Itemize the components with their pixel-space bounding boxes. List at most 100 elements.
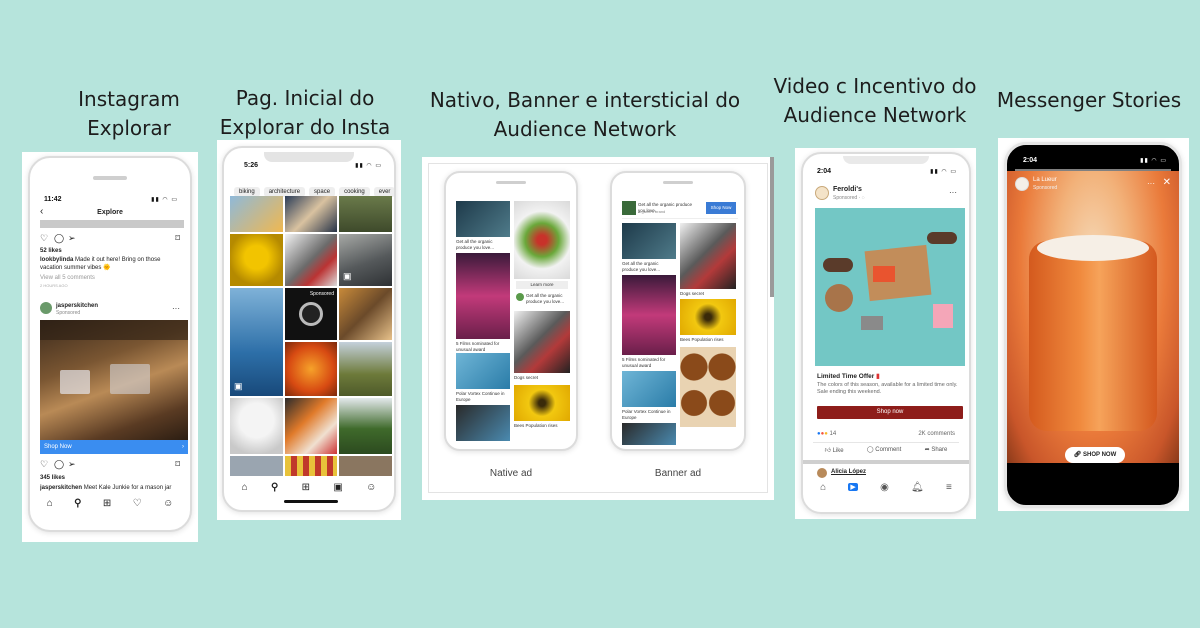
grid-tile[interactable] <box>230 398 283 454</box>
page-name[interactable]: Feroldi's <box>833 186 862 193</box>
pin-donuts-image[interactable] <box>680 347 736 427</box>
scrollbar[interactable] <box>770 157 774 297</box>
reels-icon[interactable]: ▣ <box>333 482 342 493</box>
comments-count[interactable]: 2K comments <box>918 431 955 437</box>
pin-dog-image[interactable] <box>680 223 736 289</box>
like-button[interactable]: 👍︎ Like <box>825 446 844 454</box>
grid-tile[interactable]: ▣ <box>339 234 392 286</box>
pin-organic-title: Get all the organic produce you love... <box>456 239 495 250</box>
more-icon[interactable]: ··· <box>949 188 957 198</box>
banner-shop-now-button[interactable]: Shop Now <box>706 202 736 214</box>
share-button[interactable]: ➦ Share <box>925 446 948 453</box>
pin-film-image[interactable] <box>456 253 510 339</box>
share-icon[interactable]: ➢ <box>68 459 76 469</box>
comment-icon[interactable]: ◯ <box>54 459 64 469</box>
grid-tile[interactable] <box>285 342 337 396</box>
commenter-avatar[interactable] <box>817 468 827 478</box>
search-icon[interactable]: ⚲ <box>271 482 278 493</box>
status-icons: ▮▮ ◠ ▭ <box>1140 158 1167 164</box>
home-icon[interactable]: ⌂ <box>242 482 248 493</box>
video-icon[interactable]: ▶ <box>848 483 858 491</box>
shop-now-bar[interactable]: Shop Now › <box>40 440 188 454</box>
grid-tile[interactable] <box>285 456 337 476</box>
heart-icon[interactable]: ♡ <box>40 233 48 243</box>
pin-films-title: 5 Films nominated for unusual award <box>456 341 500 352</box>
heart-icon[interactable]: ♡ <box>133 498 142 509</box>
native-ad-cta[interactable]: Learn more <box>516 281 568 289</box>
pin-organic-image[interactable] <box>456 201 510 237</box>
pin-film-image[interactable] <box>622 275 676 355</box>
grid-tile[interactable] <box>285 234 337 286</box>
grid-tile[interactable] <box>339 342 392 396</box>
pin-polar-image[interactable] <box>456 353 510 389</box>
pin-polar-image[interactable] <box>622 371 676 407</box>
grid-tile-tall[interactable]: ▣ <box>230 288 283 396</box>
menu-icon[interactable]: ≡ <box>946 482 952 493</box>
post-image-shop[interactable] <box>40 320 188 440</box>
ad-image-box[interactable] <box>815 208 965 366</box>
pin-films-title: 5 Films nominated for unusual award <box>622 357 666 368</box>
view-comments-link[interactable]: View all 5 comments <box>40 274 95 282</box>
card-video-incentivo: 2:04 ▮▮ ◠ ▭ Feroldi's Sponsored · ◌ ··· … <box>795 148 976 519</box>
pin-bees-image[interactable] <box>514 385 570 421</box>
add-icon[interactable]: ⊞ <box>302 482 310 493</box>
caption-line: Audience Network <box>783 103 967 127</box>
search-icon[interactable]: ⚲ <box>74 498 81 509</box>
pin-dogs-title: Dogs secret <box>680 291 705 296</box>
pin-bees-title: Bees Population rises <box>680 337 724 342</box>
pin-sea-image[interactable] <box>622 423 676 445</box>
bell-icon[interactable]: 🔔︎ <box>911 482 924 493</box>
shop-now-button[interactable]: 🔗︎ SHOP NOW <box>1065 447 1125 463</box>
grid-tile[interactable] <box>339 288 392 340</box>
marketplace-icon[interactable]: ◉ <box>880 482 889 493</box>
banner-ad[interactable]: Get all the organic produce you love. or… <box>622 199 738 219</box>
phone-native: Get all the organic produce you love... … <box>444 171 578 451</box>
bookmark-icon[interactable]: ⌑ <box>175 233 180 243</box>
grid-tile[interactable] <box>339 196 392 232</box>
grid-tile[interactable] <box>339 456 392 476</box>
grid-tile[interactable] <box>230 196 283 232</box>
account-name[interactable]: jasperskitchen <box>56 302 98 310</box>
avatar[interactable] <box>40 302 52 314</box>
banner-ad-label: Banner ad <box>654 468 702 479</box>
bookmark-icon[interactable]: ⌑ <box>175 459 180 469</box>
caption-username[interactable]: lookbylinda <box>40 257 73 263</box>
home-icon[interactable]: ⌂ <box>820 482 826 493</box>
like-label: Like <box>832 447 844 454</box>
pin-organic-image[interactable] <box>622 223 676 259</box>
brand-name[interactable]: La Lueur <box>1033 177 1057 183</box>
phone-frame: 2:04 ▮▮ ◠ ▭ La Lueur Sponsored ··· ✕ 🔗︎ … <box>1004 142 1182 508</box>
page-avatar[interactable] <box>815 186 829 200</box>
commenter-name[interactable]: Alicia López <box>831 469 866 475</box>
more-icon[interactable]: ··· <box>1147 179 1155 189</box>
pin-dog-image[interactable] <box>514 311 570 373</box>
share-icon[interactable]: ➢ <box>68 233 76 243</box>
grid-tile[interactable] <box>339 398 392 454</box>
more-icon[interactable]: ··· <box>172 304 180 314</box>
pin-sea-image[interactable] <box>456 405 510 441</box>
grid-tile[interactable] <box>230 456 283 476</box>
caption-username[interactable]: jasperskitchen <box>40 485 82 491</box>
reactions[interactable]: ●●● 14 <box>817 431 836 437</box>
pin-bees-image[interactable] <box>680 299 736 335</box>
add-icon[interactable]: ⊞ <box>103 498 111 509</box>
comment-icon[interactable]: ◯ <box>54 233 64 243</box>
profile-icon[interactable]: ☺ <box>163 498 173 509</box>
story-image-candle[interactable] <box>1007 171 1179 463</box>
card-instagram-explore: 11:42 ▮▮ ◠ ▭ ‹ Explore ♡ ◯ ➢ ⌑ 52 likes … <box>22 152 198 542</box>
profile-icon[interactable]: ☺ <box>366 482 376 493</box>
grid-tile[interactable] <box>285 196 337 232</box>
close-icon[interactable]: ✕ <box>1163 178 1171 188</box>
hat-shape <box>825 284 853 312</box>
shop-now-button[interactable]: Shop now <box>817 406 963 419</box>
grid-tile[interactable] <box>285 398 337 454</box>
home-icon[interactable]: ⌂ <box>47 498 53 509</box>
heart-icon[interactable]: ♡ <box>40 459 48 469</box>
grid-tile[interactable] <box>230 234 283 286</box>
action-bar: 👍︎ Like ◯ Comment ➦ Share <box>813 442 959 456</box>
comment-button[interactable]: ◯ Comment <box>867 446 901 453</box>
brand-avatar[interactable] <box>1015 177 1029 191</box>
grid-tile-sponsored[interactable]: Sponsored <box>285 288 337 340</box>
phone-frame: 5:26 ▮▮ ◠ ▭ biking architecture space cooki… <box>222 146 396 512</box>
native-ad-image[interactable] <box>514 201 570 279</box>
